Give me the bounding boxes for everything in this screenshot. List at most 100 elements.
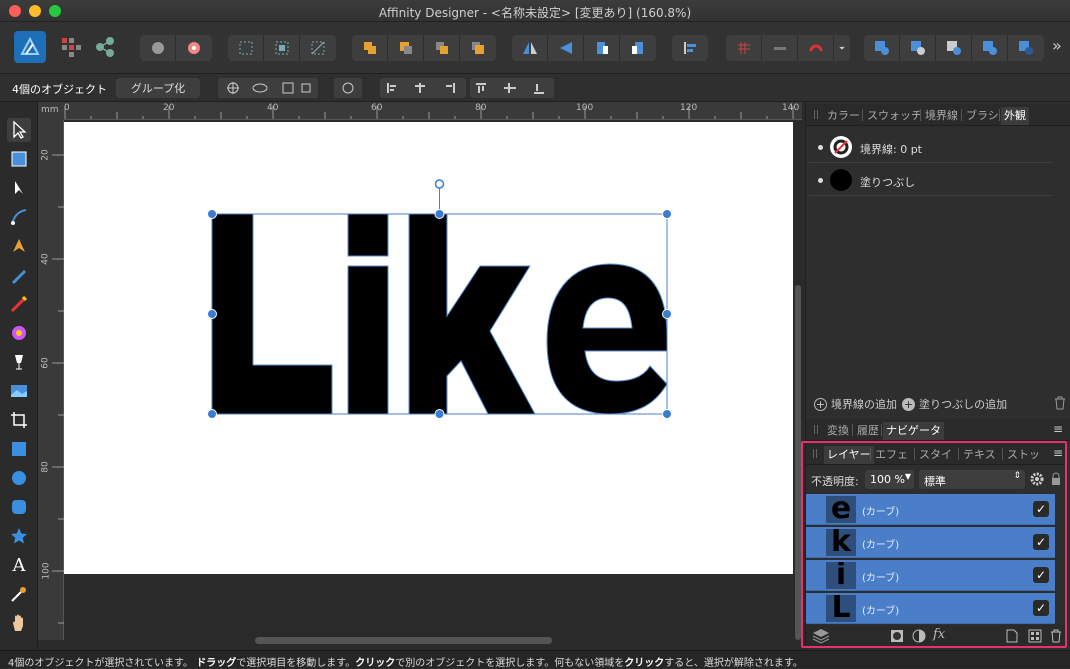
flip-vertical-icon[interactable] bbox=[548, 35, 584, 61]
designer-persona-icon[interactable] bbox=[14, 31, 46, 63]
letter-i-curve bbox=[347, 213, 389, 415]
text-tool-icon[interactable]: A bbox=[7, 553, 31, 577]
tab-appearance[interactable]: 外観 bbox=[1001, 107, 1029, 125]
crop-tool-icon[interactable] bbox=[7, 408, 31, 432]
color-picker-tool-icon[interactable] bbox=[7, 582, 31, 606]
ellipse-tool-icon[interactable] bbox=[7, 466, 31, 490]
stroke-swatch-icon[interactable] bbox=[830, 136, 852, 158]
flip-horizontal-icon[interactable] bbox=[512, 35, 548, 61]
flip-rotate-group bbox=[512, 35, 656, 61]
pen-tool-icon[interactable] bbox=[7, 234, 31, 258]
h-tick-label: 0 bbox=[64, 103, 70, 113]
divide-icon[interactable] bbox=[1008, 35, 1044, 61]
tab-history[interactable]: 履歴 bbox=[854, 422, 882, 440]
artboard-tool-icon[interactable] bbox=[7, 147, 31, 171]
rotate-selection-icon[interactable] bbox=[334, 78, 362, 98]
place-image-tool-icon[interactable] bbox=[7, 379, 31, 403]
like-artwork[interactable] bbox=[205, 176, 675, 421]
h-tick-label: 80 bbox=[475, 103, 487, 113]
status-text-4: すると、選択が解除されます。 bbox=[664, 658, 803, 669]
v-tick-label: 60 bbox=[40, 357, 51, 369]
select-grid-icon[interactable] bbox=[228, 35, 264, 61]
v-tick-label: 40 bbox=[40, 253, 51, 265]
trash-icon[interactable] bbox=[1054, 396, 1066, 413]
horizontal-ruler: 0 20 40 60 80 100 120 140 bbox=[64, 102, 802, 120]
add-icon[interactable] bbox=[864, 35, 900, 61]
pencil-tool-icon[interactable] bbox=[7, 263, 31, 287]
star-tool-icon[interactable] bbox=[7, 524, 31, 548]
tab-color[interactable]: カラー bbox=[824, 107, 863, 125]
group-button[interactable]: グループ化 bbox=[116, 78, 200, 98]
h-tick-label: 120 bbox=[680, 103, 698, 113]
main-toolbar: » bbox=[0, 22, 1070, 74]
toolbar-overflow-icon[interactable]: » bbox=[1052, 36, 1062, 55]
v-tick-label: 80 bbox=[40, 461, 51, 473]
letter-L-curve bbox=[211, 213, 333, 415]
flower-color-icon[interactable] bbox=[176, 35, 212, 61]
move-tool-icon[interactable] bbox=[7, 118, 31, 142]
plus-icon: + bbox=[814, 397, 827, 411]
snap-grid-icon[interactable] bbox=[726, 35, 762, 61]
intersect-icon[interactable] bbox=[936, 35, 972, 61]
subtract-icon[interactable] bbox=[900, 35, 936, 61]
transparency-tool-icon[interactable] bbox=[7, 350, 31, 374]
rounded-rectangle-tool-icon[interactable] bbox=[7, 495, 31, 519]
fill-row[interactable]: 塗りつぶし bbox=[809, 164, 1053, 196]
move-back-one-icon[interactable] bbox=[388, 35, 424, 61]
layers-highlight-frame bbox=[801, 441, 1067, 648]
snapping-magnet-icon[interactable] bbox=[798, 35, 834, 61]
pixel-persona-icon[interactable] bbox=[60, 36, 82, 58]
window-title: Affinity Designer - <名称未設定> [変更あり] (160.… bbox=[378, 6, 692, 20]
align-group bbox=[672, 35, 708, 61]
tab-stroke[interactable]: 境界線 bbox=[922, 107, 961, 125]
export-persona-icon[interactable] bbox=[94, 36, 116, 58]
vector-brush-tool-icon[interactable] bbox=[7, 292, 31, 316]
point-transform-tool-icon[interactable] bbox=[7, 205, 31, 229]
node-tool-icon[interactable] bbox=[7, 176, 31, 200]
snap-guide-icon[interactable] bbox=[762, 35, 798, 61]
fill-tool-icon[interactable] bbox=[7, 321, 31, 345]
v-tick-label: 20 bbox=[40, 149, 51, 161]
view-tool-icon[interactable] bbox=[7, 611, 31, 635]
letter-k-curve bbox=[408, 213, 536, 415]
snapping-dropdown-icon[interactable] bbox=[834, 35, 850, 61]
align-buttons[interactable] bbox=[380, 78, 466, 98]
rectangle-tool-icon[interactable] bbox=[7, 437, 31, 461]
tab-brushes[interactable]: ブラシ bbox=[963, 107, 1002, 125]
fill-swatch-icon[interactable] bbox=[830, 169, 852, 191]
status-text-3: で別のオブジェクトを選択します。何もない領域を bbox=[395, 658, 625, 669]
flower-shape-icon[interactable] bbox=[140, 35, 176, 61]
arrange-group bbox=[352, 35, 496, 61]
appearance-tabs: || カラー スウォッチ 境界線 ブラシ 外観 bbox=[806, 104, 1070, 126]
tab-navigator[interactable]: ナビゲータ bbox=[883, 422, 944, 440]
rotate-left-icon[interactable] bbox=[584, 35, 620, 61]
geometry-group bbox=[864, 35, 1044, 61]
h-tick-label: 60 bbox=[371, 103, 383, 113]
select-transform-icon[interactable] bbox=[300, 35, 336, 61]
move-to-front-icon[interactable] bbox=[460, 35, 496, 61]
move-forward-one-icon[interactable] bbox=[424, 35, 460, 61]
stroke-row[interactable]: 境界線: 0 pt bbox=[809, 132, 1053, 163]
vertical-align-buttons[interactable] bbox=[470, 78, 554, 98]
context-toolbar: 4個のオブジェクト グループ化 bbox=[0, 74, 1070, 102]
add-stroke-button[interactable]: + 境界線の追加 bbox=[814, 396, 897, 412]
v-tick-label: 100 bbox=[41, 562, 52, 580]
status-text-2: で選択項目を移動します。 bbox=[236, 658, 356, 669]
rotate-right-icon[interactable] bbox=[620, 35, 656, 61]
artboard-bottom bbox=[64, 570, 793, 574]
add-fill-button[interactable]: + 塗りつぶしの追加 bbox=[902, 396, 1007, 412]
xor-icon[interactable] bbox=[972, 35, 1008, 61]
tab-transform[interactable]: 変換 bbox=[824, 422, 852, 440]
tab-swatches[interactable]: スウォッチ bbox=[864, 107, 925, 125]
transform-origin-buttons[interactable] bbox=[218, 78, 318, 98]
status-text-1: 4個のオブジェクトが選択されています。 bbox=[8, 658, 194, 669]
vertical-ruler: 20 40 60 80 100 bbox=[38, 120, 64, 640]
panel-menu-icon[interactable]: ≡ bbox=[1053, 422, 1063, 436]
move-to-back-icon[interactable] bbox=[352, 35, 388, 61]
align-icon[interactable] bbox=[672, 35, 708, 61]
selection-label: 4個のオブジェクト bbox=[12, 83, 107, 96]
horizontal-scrollbar[interactable] bbox=[255, 637, 552, 644]
rotation-handle bbox=[434, 179, 445, 189]
select-bounds-icon[interactable] bbox=[264, 35, 300, 61]
status-bar: 4個のオブジェクトが選択されています。 ドラッグで選択項目を移動します。クリック… bbox=[0, 650, 1070, 669]
